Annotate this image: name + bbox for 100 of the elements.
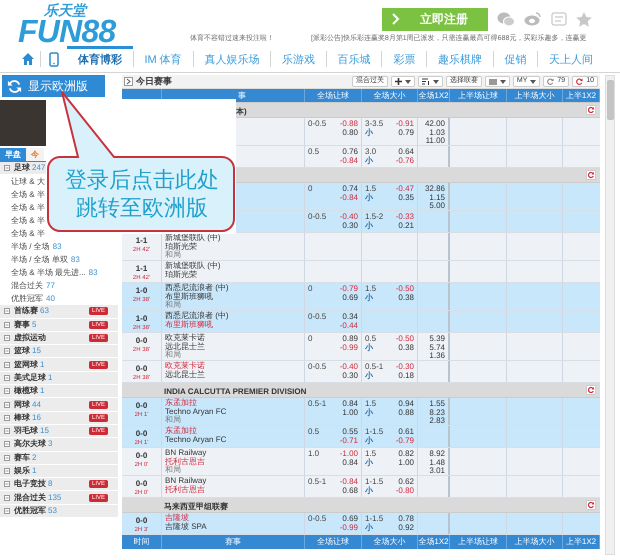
result-odds: 1.48 xyxy=(429,458,445,467)
sort-icon xyxy=(422,78,430,85)
collapse-icon xyxy=(4,494,10,501)
sidebar-subitem[interactable]: 全场 & 半 xyxy=(11,214,45,227)
result-odds: 5.74 xyxy=(429,344,445,352)
result-odds: 11.00 xyxy=(426,137,445,146)
over-under-line: 3-3.5 xyxy=(365,120,384,128)
column-header: 上半场让球 xyxy=(458,90,498,102)
sport-item[interactable]: 优胜冠军 53 xyxy=(0,504,118,518)
toolbar-button[interactable] xyxy=(418,76,443,87)
sidebar-subitem[interactable]: 半场 / 全场 单双 xyxy=(11,254,68,266)
column-header: 上半场大小 xyxy=(514,536,554,548)
over-under-line: 0.5-1 xyxy=(365,363,384,371)
odds-value: -0.44 xyxy=(340,322,358,330)
sport-name: 网球 xyxy=(14,398,30,411)
sidebar-subitem[interactable]: 半场 / 全场 xyxy=(11,240,50,253)
under-label: 小 xyxy=(365,436,374,445)
europe-version-button[interactable]: 显示欧洲版 xyxy=(2,75,105,97)
sport-item[interactable]: 篮球 15 xyxy=(0,345,118,358)
odds-value: 0.74 xyxy=(342,185,358,194)
handicap-line: 1.0 xyxy=(308,450,320,458)
odds-value: -0.40 xyxy=(340,363,358,372)
list-icon xyxy=(488,78,497,84)
odds-value: -0.30 xyxy=(396,363,414,372)
odds-value: 0.30 xyxy=(342,372,358,380)
sidebar-subitem[interactable]: 全场 & 半 xyxy=(11,188,45,201)
team-name: 托利古恩吉 xyxy=(165,458,205,466)
sport-item[interactable]: 橄榄球 1 xyxy=(0,385,118,398)
team-name: BN Railway xyxy=(165,449,208,458)
sport-name: 赛车 xyxy=(14,452,30,464)
sidebar-subitem[interactable]: 优胜冠军 xyxy=(11,292,43,305)
column-header: 上半1X2 xyxy=(566,536,596,548)
league-name: INDIA CALCUTTA PREMIER DIVISION xyxy=(164,387,306,396)
over-under-line: 0.5 xyxy=(365,335,376,343)
odds-value: 0.78 xyxy=(398,515,414,524)
sidebar-subitem[interactable]: 全场 & 半场 最先进... xyxy=(11,266,86,279)
odds-value: -0.50 xyxy=(396,335,414,344)
team-name: 托利古恩吉 xyxy=(165,486,205,494)
sidebar-subitem[interactable]: 全场 & 半 xyxy=(11,228,45,240)
star-icon xyxy=(576,12,592,26)
result-odds: 8.23 xyxy=(429,408,445,417)
toolbar-button[interactable] xyxy=(390,76,415,87)
odds-value: 0.84 xyxy=(342,458,358,467)
result-odds: 8.92 xyxy=(429,450,445,458)
sport-item[interactable]: 娱乐 1 xyxy=(0,464,118,478)
odds-value: 0.18 xyxy=(398,372,414,380)
under-label: 小 xyxy=(365,194,374,202)
event-count: 135 xyxy=(48,492,62,504)
collapse-icon xyxy=(4,362,10,368)
column-header: 上半场让球 xyxy=(458,536,498,548)
odds-value: 0.34 xyxy=(342,313,358,322)
collapse-icon xyxy=(4,508,10,514)
team-name: 远北昆士兰 xyxy=(165,342,206,350)
chat-bubbles-icon xyxy=(497,12,515,26)
caret-icon xyxy=(500,80,506,84)
caret-icon xyxy=(432,80,439,84)
collapse-icon xyxy=(4,348,10,354)
logo-subtitle: 乐天堂 xyxy=(44,3,86,17)
odds-value: 0.79 xyxy=(398,128,414,137)
nav-tab[interactable]: 体育博彩 xyxy=(67,46,133,72)
odds-value: 0.38 xyxy=(398,344,414,352)
under-label: 小 xyxy=(365,344,374,352)
collapse-icon xyxy=(4,481,10,488)
sport-item[interactable]: 赛车 2 xyxy=(0,452,118,465)
scrollbar-track[interactable] xyxy=(605,75,615,555)
match-score: 1-1 xyxy=(136,237,148,246)
caret-icon xyxy=(404,80,411,84)
result-odds: 42.00 xyxy=(424,120,445,128)
team-name: 欧克莱卡诺 xyxy=(165,334,206,342)
sidebar-subitem[interactable]: 全场 & 半 xyxy=(11,202,45,214)
chevron-icon xyxy=(392,13,400,25)
column-header: 上半场大小 xyxy=(514,90,554,102)
odds-value: -0.76 xyxy=(396,156,414,165)
sport-item[interactable]: 美式足球 1 xyxy=(0,372,118,386)
odds-value: -1.00 xyxy=(340,450,358,458)
odds-value: 1.00 xyxy=(398,458,414,467)
league-name: 马来西亚甲组联赛 xyxy=(164,502,228,511)
odds-value: -0.84 xyxy=(340,478,358,486)
toolbar-button[interactable] xyxy=(484,76,510,87)
sport-name: 高尔夫球 xyxy=(14,438,46,450)
sidebar-tab[interactable]: 早盘 xyxy=(0,148,26,161)
match-score: 0-0 xyxy=(136,402,148,410)
sport-name: 美式足球 xyxy=(14,372,46,384)
match-score: 0-0 xyxy=(136,365,148,374)
result-odds: 32.86 xyxy=(424,185,445,194)
event-count: 1 xyxy=(40,385,44,398)
toolbar-title: 今日赛事 xyxy=(136,74,172,88)
scrollbar-thumb[interactable] xyxy=(606,80,614,120)
sidebar-subitem[interactable]: 混合过关 xyxy=(11,280,43,292)
odds-value: -0.50 xyxy=(396,285,414,294)
over-under-line: 1-1.5 xyxy=(365,478,384,486)
odds-value: 0.30 xyxy=(342,222,358,230)
odds-value: 0.61 xyxy=(398,428,414,436)
sport-item[interactable]: 高尔夫球 3 xyxy=(0,438,118,452)
over-under-line: 3.0 xyxy=(365,148,376,156)
sport-name: 赛事 xyxy=(14,318,30,331)
sidebar-subitem[interactable]: 让球 & 大 xyxy=(11,176,45,188)
odds-value: -0.47 xyxy=(396,185,414,194)
weibo-icon xyxy=(524,12,542,26)
odds-value: 0.94 xyxy=(398,400,414,408)
